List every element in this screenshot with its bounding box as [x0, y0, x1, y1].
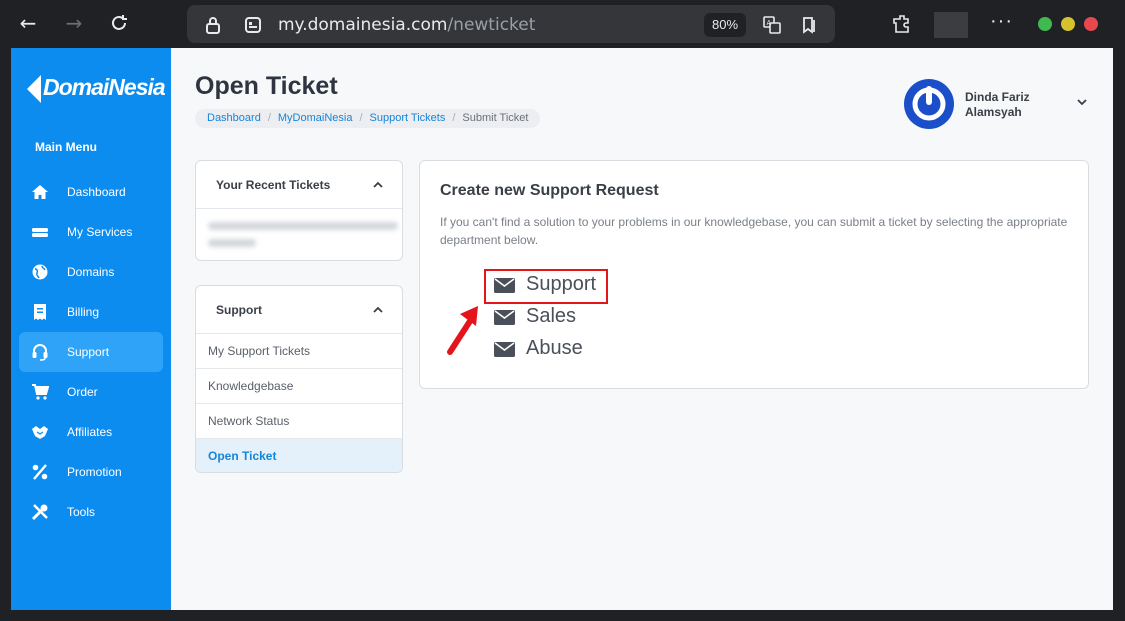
- support-panel: Support My Support Tickets Knowledgebase…: [195, 285, 403, 473]
- sidebar: DomaiNesia Main Menu Dashboard My Servic…: [11, 48, 171, 610]
- reload-icon[interactable]: [106, 10, 132, 36]
- red-arrow-annotation: [447, 306, 478, 355]
- maximize-icon[interactable]: [1061, 17, 1075, 31]
- close-icon[interactable]: [1084, 17, 1098, 31]
- support-link-my-tickets[interactable]: My Support Tickets: [196, 334, 402, 369]
- receipt-icon: [34, 304, 46, 320]
- user-menu[interactable]: Dinda Fariz Alamsyah: [904, 78, 1104, 130]
- sidebar-item-support[interactable]: Support: [19, 332, 163, 372]
- create-request-panel: Create new Support Request If you can't …: [419, 160, 1089, 389]
- main-content: Open Ticket Dashboard / MyDomaiNesia / Suppo…: [171, 48, 1113, 610]
- support-link-knowledgebase[interactable]: Knowledgebase: [196, 369, 402, 404]
- breadcrumb: Dashboard / MyDomaiNesia / Support Tickets / S…: [195, 109, 541, 128]
- recent-ticket-blurred[interactable]: [196, 209, 402, 260]
- svg-text:A: A: [767, 19, 772, 27]
- envelope-icon: [494, 310, 515, 325]
- back-icon[interactable]: ←: [15, 10, 41, 36]
- more-menu-icon[interactable]: ···: [990, 10, 1013, 33]
- chevron-up-icon[interactable]: [372, 179, 384, 191]
- domainesia-logo[interactable]: DomaiNesia: [27, 74, 166, 103]
- main-menu: Dashboard My Services Domains Billing Su…: [19, 172, 163, 532]
- handshake-icon: [32, 426, 48, 439]
- address-bar[interactable]: my.domainesia.com/newticket 80% A: [187, 5, 835, 43]
- support-panel-header[interactable]: Support: [196, 286, 402, 334]
- sidebar-item-billing[interactable]: Billing: [19, 292, 163, 332]
- request-description: If you can't find a solution to your pro…: [440, 215, 1068, 247]
- minimize-icon[interactable]: [1038, 17, 1052, 31]
- forward-icon[interactable]: →: [61, 10, 87, 36]
- zoom-level[interactable]: 80%: [704, 13, 746, 37]
- page-title: Open Ticket: [195, 72, 338, 100]
- home-icon: [32, 185, 48, 199]
- profile-extension-box[interactable]: [934, 12, 968, 38]
- lock-icon[interactable]: [203, 15, 223, 35]
- request-title: Create new Support Request: [440, 182, 659, 199]
- url-text[interactable]: my.domainesia.com/newticket: [278, 15, 535, 35]
- avatar[interactable]: [904, 79, 954, 129]
- globe-icon: [32, 264, 48, 280]
- recent-tickets-panel: Your Recent Tickets: [195, 160, 403, 261]
- breadcrumb-support-tickets[interactable]: Support Tickets: [370, 112, 446, 124]
- cart-icon: [32, 384, 49, 400]
- sidebar-item-affiliates[interactable]: Affiliates: [19, 412, 163, 452]
- percent-icon: [32, 464, 48, 480]
- translate-icon[interactable]: A: [762, 15, 782, 35]
- support-link-open-ticket[interactable]: Open Ticket: [196, 439, 402, 472]
- chevron-up-icon[interactable]: [372, 304, 384, 316]
- extensions-icon[interactable]: [892, 14, 912, 34]
- envelope-icon: [494, 342, 515, 357]
- sidebar-item-tools[interactable]: Tools: [19, 492, 163, 532]
- main-menu-label: Main Menu: [35, 140, 97, 154]
- sidebar-item-dashboard[interactable]: Dashboard: [19, 172, 163, 212]
- tools-icon: [31, 504, 48, 521]
- headset-icon: [32, 344, 48, 361]
- breadcrumb-mydomainesia[interactable]: MyDomaiNesia: [278, 112, 353, 124]
- web-page: DomaiNesia Main Menu Dashboard My Servic…: [11, 48, 1113, 610]
- breadcrumb-submit-ticket: Submit Ticket: [462, 112, 529, 124]
- user-name: Dinda Fariz Alamsyah: [965, 90, 1030, 119]
- browser-toolbar: ← → my.domainesia.com/newticket 80% A ··…: [0, 0, 1125, 48]
- recent-tickets-header[interactable]: Your Recent Tickets: [196, 161, 402, 209]
- breadcrumb-dashboard[interactable]: Dashboard: [207, 112, 261, 124]
- server-icon: [32, 228, 48, 237]
- envelope-icon: [494, 278, 515, 293]
- reading-list-icon[interactable]: [799, 15, 819, 35]
- sidebar-item-promotion[interactable]: Promotion: [19, 452, 163, 492]
- sidebar-item-order[interactable]: Order: [19, 372, 163, 412]
- chevron-down-icon[interactable]: [1076, 96, 1088, 108]
- site-info-icon[interactable]: [243, 15, 263, 35]
- sidebar-item-domains[interactable]: Domains: [19, 252, 163, 292]
- support-link-network-status[interactable]: Network Status: [196, 404, 402, 439]
- sidebar-item-my-services[interactable]: My Services: [19, 212, 163, 252]
